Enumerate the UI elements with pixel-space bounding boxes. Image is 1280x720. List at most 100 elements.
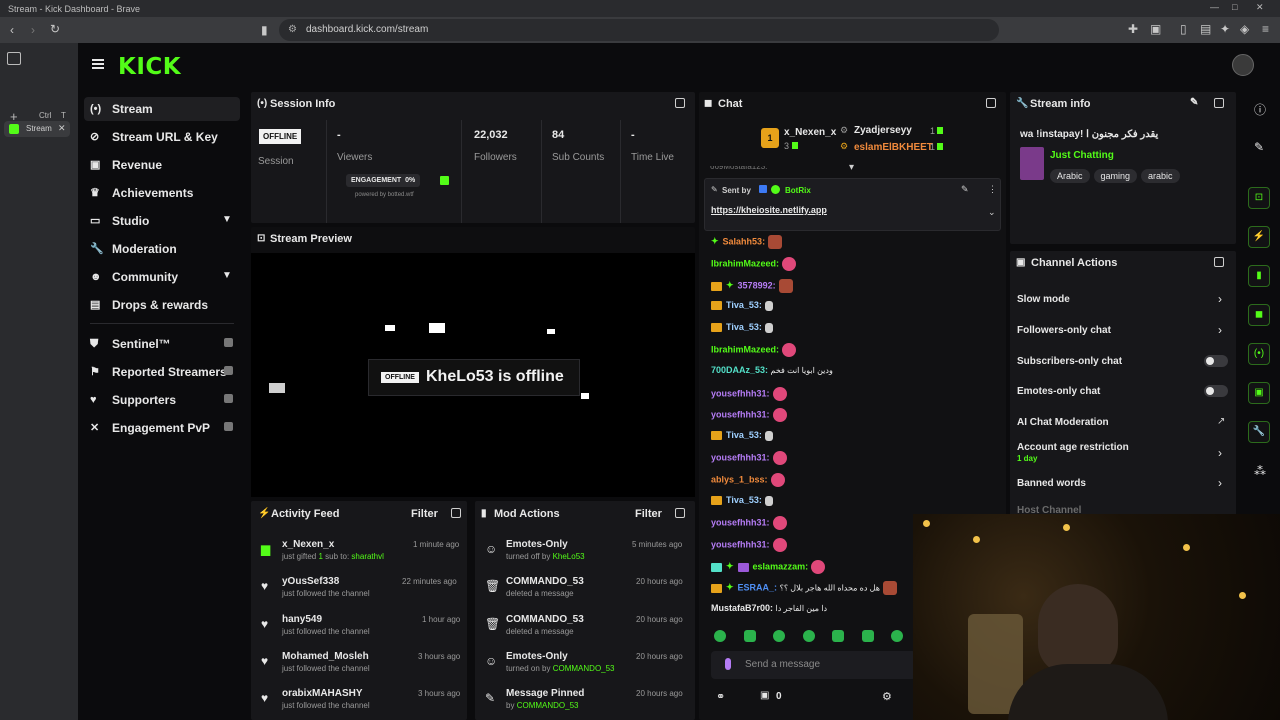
chevron-right-icon[interactable]: › bbox=[1218, 292, 1222, 306]
chat-username[interactable]: 3578992: bbox=[738, 280, 776, 290]
tag[interactable]: Arabic bbox=[1050, 169, 1090, 183]
chat-username[interactable]: yousefhhh31: bbox=[711, 409, 770, 419]
edit-icon[interactable]: ✎ bbox=[1190, 97, 1198, 108]
rail-button-wrench[interactable]: 🔧 bbox=[1248, 421, 1270, 443]
layout-icon[interactable]: ⁂ bbox=[1254, 464, 1266, 478]
chat-username[interactable]: MustafaB7r00: bbox=[711, 603, 773, 613]
mod-action-by[interactable]: COMMANDO_53 bbox=[517, 701, 579, 710]
nav-item-drops-rewards[interactable]: ▤ Drops & rewards bbox=[84, 293, 240, 317]
banned-words-label[interactable]: Banned words bbox=[1017, 478, 1086, 489]
chat-username[interactable]: yousefhhh31: bbox=[711, 517, 770, 527]
bookmark-icon[interactable]: ▮ bbox=[261, 24, 268, 36]
leo-icon[interactable]: ✦ bbox=[1220, 23, 1230, 35]
pinned-user[interactable]: BotRix bbox=[785, 186, 811, 195]
popout-icon[interactable] bbox=[451, 508, 461, 518]
site-info-icon[interactable]: ⚙ bbox=[288, 24, 297, 35]
kick-logo[interactable]: KICK bbox=[118, 54, 181, 80]
chat-username[interactable]: Tiva_53: bbox=[726, 300, 762, 310]
vpn-icon[interactable]: ◈ bbox=[1240, 23, 1249, 35]
chat-settings-icon[interactable]: ⚙ bbox=[882, 690, 892, 703]
emote-icon[interactable] bbox=[744, 630, 756, 642]
nav-item-engagement-pvp[interactable]: ✕ Engagement PvP bbox=[84, 416, 240, 440]
new-tab-icon[interactable]: + bbox=[10, 109, 18, 124]
chat-username[interactable]: Salahh53: bbox=[723, 236, 766, 246]
ai-moderation-label[interactable]: AI Chat Moderation bbox=[1017, 417, 1109, 428]
gift-target[interactable]: sharathvl bbox=[351, 552, 383, 561]
pinned-link[interactable]: https://kheiosite.netlify.app bbox=[711, 205, 827, 215]
nav-item-stream[interactable]: (•) Stream bbox=[84, 97, 240, 121]
hype-icon[interactable]: ⚭ bbox=[716, 690, 725, 703]
nav-item-community[interactable]: ☻ Community ▼ bbox=[84, 265, 240, 289]
chat-username[interactable]: IbrahimMazeed: bbox=[711, 344, 779, 354]
chat-input[interactable]: Send a message bbox=[711, 651, 916, 679]
emote-icon[interactable] bbox=[832, 630, 844, 642]
tab-search-icon[interactable]: ▣ bbox=[1150, 23, 1161, 35]
nav-item-achievements[interactable]: ♛ Achievements bbox=[84, 181, 240, 205]
user-avatar[interactable] bbox=[1232, 54, 1254, 76]
external-link-icon[interactable]: ↗ bbox=[1217, 416, 1225, 427]
filter-button[interactable]: Filter bbox=[411, 508, 438, 520]
chevron-down-icon[interactable]: ▼ bbox=[222, 270, 232, 281]
nav-item-stream-url-key[interactable]: ⊘ Stream URL & Key bbox=[84, 125, 240, 149]
sidebar-toggle-icon[interactable]: ▯ bbox=[1180, 23, 1187, 35]
info-icon[interactable]: ⓘ bbox=[1254, 101, 1266, 118]
chevron-right-icon[interactable]: › bbox=[1218, 323, 1222, 337]
maximize-icon[interactable]: □ bbox=[1232, 2, 1237, 12]
chevron-right-icon[interactable]: › bbox=[1218, 446, 1222, 460]
collapse-icon[interactable]: ▾ bbox=[849, 162, 854, 173]
subscribers-only-toggle[interactable] bbox=[1204, 355, 1228, 367]
chat-username[interactable]: ESRAA_: bbox=[738, 582, 778, 592]
chat-username[interactable]: Tiva_53: bbox=[726, 495, 762, 505]
chat-username[interactable]: Tiva_53: bbox=[726, 430, 762, 440]
popout-icon[interactable] bbox=[675, 98, 685, 108]
gifter-name[interactable]: Zyadjerseyy bbox=[854, 125, 912, 136]
nav-item-studio[interactable]: ▭ Studio ▼ bbox=[84, 209, 240, 233]
chevron-down-icon[interactable]: ⌄ bbox=[988, 207, 996, 218]
chat-username[interactable]: Tiva_53: bbox=[726, 322, 762, 332]
emote-icon[interactable] bbox=[862, 630, 874, 642]
popout-icon[interactable] bbox=[1214, 257, 1224, 267]
reload-icon[interactable]: ↻ bbox=[50, 23, 60, 35]
category-thumbnail[interactable] bbox=[1020, 147, 1044, 180]
category-name[interactable]: Just Chatting bbox=[1050, 150, 1114, 161]
chevron-down-icon[interactable]: ▼ bbox=[222, 214, 232, 225]
video-player[interactable]: OFFLINE KheLo53 is offline bbox=[251, 253, 695, 497]
emotes-only-toggle[interactable] bbox=[1204, 385, 1228, 397]
chat-username[interactable]: eslamazzam: bbox=[753, 561, 809, 571]
emote-icon[interactable] bbox=[803, 630, 815, 642]
emote-icon[interactable] bbox=[891, 630, 903, 642]
popout-icon[interactable] bbox=[986, 98, 996, 108]
back-icon[interactable]: ‹ bbox=[10, 24, 14, 36]
chat-username[interactable]: 700DAAz_53: bbox=[711, 365, 768, 375]
nav-item-revenue[interactable]: ▣ Revenue bbox=[84, 153, 240, 177]
rail-button-actions[interactable]: ▣ bbox=[1248, 382, 1270, 404]
chat-username[interactable]: ablys_1_bss: bbox=[711, 474, 768, 484]
rail-button-broadcast[interactable]: (•) bbox=[1248, 343, 1270, 365]
close-window-icon[interactable]: ✕ bbox=[1256, 2, 1264, 13]
rail-button-chat[interactable]: ◼ bbox=[1248, 304, 1270, 326]
chevron-right-icon[interactable]: › bbox=[1218, 476, 1222, 490]
forward-icon[interactable]: › bbox=[31, 24, 35, 36]
edit-icon[interactable]: ✎ bbox=[1254, 140, 1264, 154]
nav-item-sentinel[interactable]: ⛊ Sentinel™ bbox=[84, 332, 240, 356]
tag[interactable]: arabic bbox=[1141, 169, 1180, 183]
tab-close-icon[interactable]: ✕ bbox=[58, 123, 66, 134]
chat-username[interactable]: yousefhhh31: bbox=[711, 388, 770, 398]
gifter-name[interactable]: eslamElBKHEET bbox=[854, 142, 933, 153]
popout-icon[interactable] bbox=[1214, 98, 1224, 108]
points-icon[interactable]: ▣ bbox=[760, 690, 769, 701]
top-gifter-name[interactable]: x_Nexen_x bbox=[784, 127, 836, 138]
rail-button-activity[interactable]: ⚡ bbox=[1248, 226, 1270, 248]
hamburger-menu-icon[interactable] bbox=[92, 59, 104, 69]
menu-icon[interactable]: ≡ bbox=[1262, 23, 1269, 35]
vertical-tabs-icon[interactable] bbox=[7, 52, 21, 65]
popout-icon[interactable] bbox=[675, 508, 685, 518]
mod-action-by[interactable]: COMMANDO_53 bbox=[553, 664, 615, 673]
chat-username[interactable]: yousefhhh31: bbox=[711, 452, 770, 462]
unpin-icon[interactable]: ✎ bbox=[961, 184, 969, 195]
slow-mode-label[interactable]: Slow mode bbox=[1017, 294, 1070, 305]
extensions-icon[interactable]: ✚ bbox=[1128, 23, 1138, 35]
rail-button-preview[interactable]: ⊡ bbox=[1248, 187, 1270, 209]
followers-only-label[interactable]: Followers-only chat bbox=[1017, 325, 1111, 336]
nav-item-supporters[interactable]: ♥ Supporters bbox=[84, 388, 240, 412]
